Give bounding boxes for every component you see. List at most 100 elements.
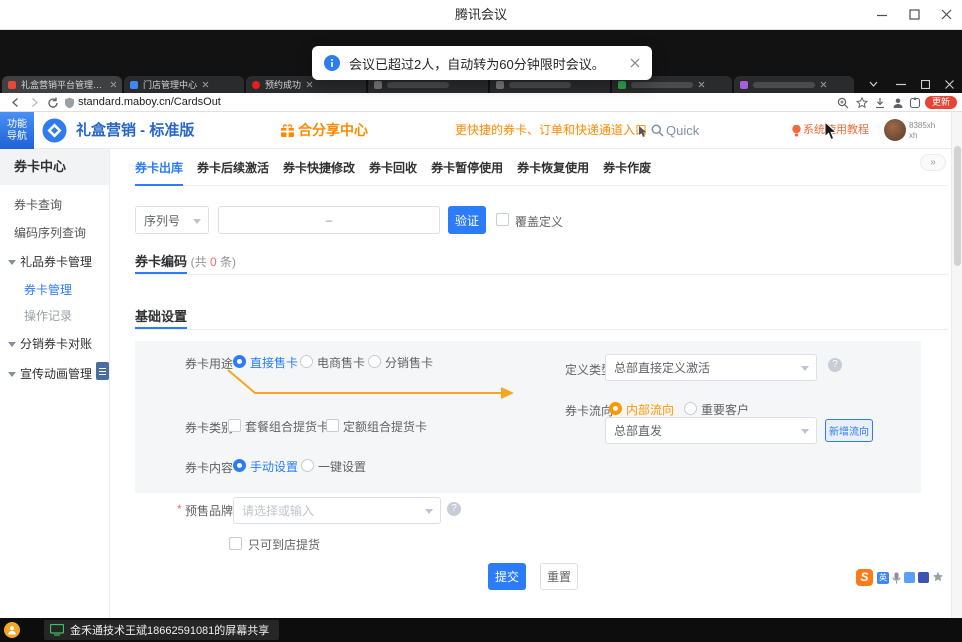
url-text[interactable]: standard.maboy.cn/CardsOut: [78, 93, 221, 112]
promo-text[interactable]: 更快捷的券卡、订单和快递通道入口: [455, 112, 647, 149]
mic-icon[interactable]: [892, 572, 901, 584]
extensions-button[interactable]: [908, 96, 922, 109]
minimize-button[interactable]: [866, 0, 898, 29]
browser-minimize-button[interactable]: [892, 77, 910, 91]
share-status: 金禾通技术王斌18662591081的屏幕共享: [44, 620, 279, 640]
toast-close-button[interactable]: [630, 58, 640, 68]
content-onekey-label[interactable]: 一键设置: [318, 458, 366, 475]
sidebar-collapse-toggle[interactable]: [96, 362, 109, 380]
submit-button[interactable]: 提交: [488, 563, 526, 590]
flow-target-select[interactable]: 总部直发: [605, 417, 817, 444]
usage-direct-label[interactable]: 直接售卡: [250, 354, 298, 371]
content-onekey-radio[interactable]: [301, 459, 314, 472]
sidebar-group-animation[interactable]: 宣传动画管理: [0, 359, 109, 389]
tab-card-recycle[interactable]: 券卡回收: [369, 158, 417, 186]
browser-maximize-button[interactable]: [916, 77, 934, 91]
user-avatar[interactable]: [884, 119, 906, 141]
profile-button[interactable]: [891, 96, 905, 109]
zoom-button[interactable]: [836, 96, 850, 109]
browser-update-badge[interactable]: 更新: [925, 96, 957, 109]
screen-share-bar: 金禾通技术王斌18662591081的屏幕共享: [0, 618, 962, 642]
sidebar-group-distribution[interactable]: 分销券卡对账: [0, 329, 109, 359]
definition-type-value: 总部直接定义激活: [614, 359, 710, 376]
add-flow-button[interactable]: 新增流向: [825, 419, 873, 442]
browser-tab-store[interactable]: 门店管理中心: [124, 76, 244, 93]
usage-ecommerce-label[interactable]: 电商售卡: [317, 354, 365, 371]
bookmark-button[interactable]: [855, 96, 869, 109]
browser-tab-partial[interactable]: [734, 76, 854, 93]
usage-distribution-label[interactable]: 分销售卡: [385, 354, 433, 371]
browser-addressbar: standard.maboy.cn/CardsOut 更新: [0, 93, 962, 112]
extension-logo-button[interactable]: S: [856, 569, 873, 586]
serial-range-input[interactable]: –: [218, 206, 440, 234]
content-manual-label[interactable]: 手动设置: [250, 458, 298, 475]
sidebar-item-card-manage[interactable]: 券卡管理: [0, 277, 109, 303]
serial-type-select[interactable]: 序列号: [135, 206, 209, 234]
maximize-button[interactable]: [898, 0, 930, 29]
verify-button[interactable]: 验证: [448, 206, 486, 234]
extension-icon[interactable]: [918, 572, 929, 583]
tab-close-icon[interactable]: [698, 81, 705, 88]
tab-close-icon[interactable]: [820, 81, 827, 88]
tab-card-quick-edit[interactable]: 券卡快捷修改: [283, 158, 355, 186]
flow-internal-label[interactable]: 内部流向: [626, 401, 674, 418]
site-security-button[interactable]: [62, 96, 76, 109]
reset-button[interactable]: 重置: [540, 563, 578, 590]
scrollbar-thumb[interactable]: [954, 146, 961, 266]
sidebar-group-gift-cards[interactable]: 礼品券卡管理: [0, 247, 109, 277]
site-logo: [42, 118, 67, 143]
category-combo-checkbox[interactable]: [228, 419, 241, 432]
extension-lang-button[interactable]: 英: [877, 572, 889, 584]
category-combo-label[interactable]: 套餐组合提货卡: [245, 418, 329, 435]
category-fixed-label[interactable]: 定额组合提货卡: [343, 418, 427, 435]
quick-search[interactable]: Quick: [666, 112, 699, 149]
extension-icon[interactable]: [904, 572, 915, 583]
sidebar-item-serial-query[interactable]: 编码序列查询: [0, 219, 109, 247]
share-center-link[interactable]: 合分享中心: [298, 112, 368, 149]
tab-close-icon[interactable]: [202, 81, 209, 88]
sidebar: 券卡中心 券卡查询 编码序列查询 礼品券卡管理 券卡管理 操作记录 分销券卡对账…: [0, 149, 110, 618]
divider: [135, 274, 948, 275]
extension-star-icon[interactable]: [932, 571, 944, 583]
brand-help-icon[interactable]: ?: [447, 502, 461, 516]
downloads-button[interactable]: [873, 96, 887, 109]
definition-type-select[interactable]: 总部直接定义激活: [605, 354, 817, 381]
function-nav-toggle[interactable]: 功能 导航: [0, 112, 34, 149]
usage-direct-radio[interactable]: [233, 355, 246, 368]
category-fixed-checkbox[interactable]: [326, 419, 339, 432]
usage-distribution-radio[interactable]: [368, 355, 381, 368]
flow-vip-radio[interactable]: [684, 402, 697, 415]
tabs-overflow-button[interactable]: »: [920, 154, 946, 171]
tab-card-suspend[interactable]: 券卡暂停使用: [431, 158, 503, 186]
page-scrollbar[interactable]: [951, 112, 962, 618]
tab-favicon: [252, 81, 260, 89]
sidebar-item-card-query[interactable]: 券卡查询: [0, 191, 109, 219]
tab-card-restore[interactable]: 券卡恢复使用: [517, 158, 589, 186]
tab-list-button[interactable]: [864, 77, 882, 91]
tab-card-outbound[interactable]: 券卡出库: [135, 158, 183, 186]
browser-tab-marketing[interactable]: 礼盒营销平台管理中心: [2, 76, 122, 93]
close-button[interactable]: [930, 0, 962, 29]
browser-close-button[interactable]: [940, 77, 958, 91]
flow-vip-label[interactable]: 重要客户: [701, 401, 749, 418]
caret-down-icon: [193, 219, 201, 224]
store-pickup-checkbox[interactable]: [229, 537, 242, 550]
sidebar-item-operation-log[interactable]: 操作记录: [0, 303, 109, 329]
definition-help-icon[interactable]: ?: [828, 358, 842, 372]
usage-ecommerce-radio[interactable]: [300, 355, 313, 368]
override-checkbox[interactable]: [496, 213, 509, 226]
tab-card-void[interactable]: 券卡作废: [603, 158, 651, 186]
star-icon: [856, 97, 868, 109]
brand-select[interactable]: 请选择或输入: [233, 497, 441, 524]
tab-favicon: [618, 81, 626, 89]
reload-button[interactable]: [46, 96, 60, 109]
tab-label-obscured: [631, 82, 693, 88]
content-manual-radio[interactable]: [233, 459, 246, 472]
flow-internal-radio[interactable]: [609, 402, 622, 415]
back-button[interactable]: [8, 96, 22, 109]
tab-card-activate[interactable]: 券卡后续激活: [197, 158, 269, 186]
tab-close-icon[interactable]: [110, 81, 117, 88]
forward-button[interactable]: [27, 96, 41, 109]
tab-close-icon[interactable]: [306, 81, 313, 88]
tutorial-link[interactable]: 系统使用教程: [803, 112, 869, 149]
